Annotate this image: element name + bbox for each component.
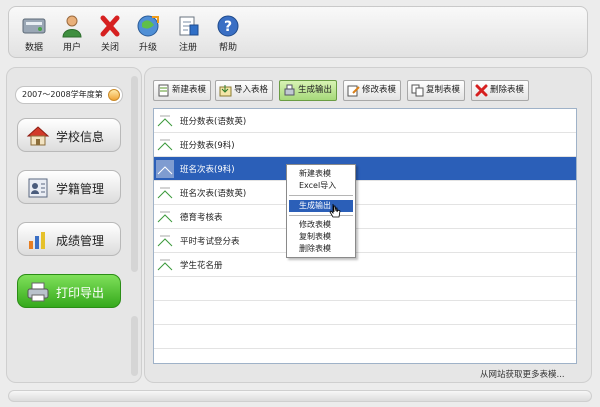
- generate-output-button[interactable]: 生成输出: [279, 80, 337, 101]
- chevron-down-icon[interactable]: [108, 89, 120, 101]
- menu-item-excel-import[interactable]: Excel导入: [289, 180, 353, 192]
- empty-row: [154, 301, 576, 325]
- register-label: 注册: [178, 43, 197, 53]
- edit-icon: [347, 85, 360, 97]
- user-button[interactable]: 用户: [55, 13, 89, 53]
- user-label: 用户: [62, 43, 81, 53]
- empty-row: [154, 277, 576, 301]
- close-button[interactable]: 关闭: [93, 13, 127, 53]
- menu-item-copy-template[interactable]: 复制表模: [289, 231, 353, 243]
- list-item[interactable]: 学生花名册: [154, 253, 576, 277]
- template-icon: [157, 259, 173, 271]
- help-icon: ?: [217, 15, 239, 37]
- context-menu: 新建表模 Excel导入 生成输出 修改表模 复制表模 删除表模: [286, 164, 356, 258]
- nav-grades-label: 成绩管理: [56, 234, 105, 248]
- list-item-label: 平时考试登分表: [180, 237, 240, 247]
- copy-template-button[interactable]: 复制表模: [407, 80, 465, 101]
- template-icon: [156, 160, 174, 178]
- template-list: 班分数表(语数英) 班分数表(9科) 班名次表(9科) 班名次表(语数英) 德育…: [153, 108, 577, 364]
- upgrade-icon: [137, 15, 159, 37]
- status-bar: [8, 390, 592, 402]
- menu-item-delete-template[interactable]: 删除表模: [289, 243, 353, 255]
- delete-template-label: 删除表模: [490, 85, 525, 95]
- delete-template-button[interactable]: 删除表模: [471, 80, 529, 101]
- list-item-selected[interactable]: 班名次表(9科): [154, 157, 576, 181]
- left-scrollbar[interactable]: [131, 76, 138, 376]
- nav-grades[interactable]: 成绩管理: [17, 222, 121, 256]
- nav-print-export-label: 打印导出: [56, 286, 105, 300]
- list-item[interactable]: 班名次表(语数英): [154, 181, 576, 205]
- nav-student-records-label: 学籍管理: [56, 182, 105, 196]
- edit-template-button[interactable]: 修改表模: [343, 80, 401, 101]
- svg-text:?: ?: [224, 19, 232, 35]
- copy-template-label: 复制表模: [426, 85, 461, 95]
- menu-separator: [289, 195, 353, 196]
- register-icon: [179, 16, 199, 36]
- school-year-select[interactable]: 2007～2008学年度第: [15, 86, 123, 104]
- menu-item-edit-template[interactable]: 修改表模: [289, 219, 353, 231]
- top-toolbar: 数据 用户 关闭 升级 注册 ? 帮助: [8, 6, 588, 58]
- new-template-label: 新建表模: [172, 85, 207, 95]
- register-button[interactable]: 注册: [171, 13, 205, 53]
- data-button[interactable]: 数据: [17, 13, 51, 53]
- import-table-button[interactable]: 导入表格: [215, 80, 273, 101]
- template-icon: [157, 187, 173, 199]
- close-label: 关闭: [100, 43, 119, 53]
- nav-school-info-label: 学校信息: [56, 130, 105, 144]
- left-scrollbar-track-bottom: [131, 316, 138, 376]
- more-templates-link[interactable]: 从网站获取更多表模...: [480, 368, 565, 380]
- copy-icon: [411, 84, 424, 97]
- left-panel: 2007～2008学年度第 学校信息 学籍管理 成绩管理 打印导出: [6, 67, 142, 383]
- import-table-label: 导入表格: [234, 85, 269, 95]
- student-record-icon: [28, 178, 48, 198]
- list-item-label: 学生花名册: [180, 261, 223, 271]
- empty-row: [154, 325, 576, 349]
- menu-item-generate-output[interactable]: 生成输出: [289, 200, 353, 212]
- main-panel: 新建表模 导入表格 生成输出 修改表模 复制表模 删除表模 班分数表(语数英) …: [144, 67, 592, 383]
- menu-item-new-template[interactable]: 新建表模: [289, 168, 353, 180]
- nav-print-export[interactable]: 打印导出: [17, 274, 121, 308]
- database-icon: [22, 18, 46, 34]
- template-icon: [157, 211, 173, 223]
- school-icon: [26, 126, 50, 146]
- import-icon: [219, 85, 232, 97]
- list-item-label: 班名次表(语数英): [180, 189, 247, 199]
- list-item[interactable]: 班分数表(语数英): [154, 109, 576, 133]
- left-scrollbar-track-top: [131, 76, 138, 272]
- template-icon: [157, 139, 173, 151]
- mouse-cursor-icon: [329, 203, 341, 218]
- list-item[interactable]: 平时考试登分表: [154, 229, 576, 253]
- help-button[interactable]: ? 帮助: [211, 13, 245, 53]
- edit-template-label: 修改表模: [362, 85, 397, 95]
- school-year-value: 2007～2008学年度第: [22, 90, 103, 99]
- menu-separator: [289, 215, 353, 216]
- close-icon: [100, 15, 120, 37]
- delete-icon: [475, 84, 488, 97]
- nav-school-info[interactable]: 学校信息: [17, 118, 121, 152]
- template-icon: [157, 235, 173, 247]
- nav-student-records[interactable]: 学籍管理: [17, 170, 121, 204]
- new-template-icon: [158, 84, 169, 97]
- generate-icon: [284, 84, 295, 96]
- list-item[interactable]: 德育考核表: [154, 205, 576, 229]
- list-item-label: 班名次表(9科): [180, 165, 235, 175]
- user-icon: [62, 15, 82, 38]
- data-label: 数据: [24, 43, 43, 53]
- template-icon: [157, 115, 173, 127]
- template-toolbar: 新建表模 导入表格 生成输出 修改表模 复制表模 删除表模: [153, 80, 583, 102]
- upgrade-button[interactable]: 升级: [131, 13, 165, 53]
- printer-icon: [27, 282, 49, 302]
- list-item-label: 班分数表(语数英): [180, 117, 247, 127]
- new-template-button[interactable]: 新建表模: [153, 80, 211, 101]
- list-item-label: 班分数表(9科): [180, 141, 235, 151]
- grades-icon: [29, 232, 45, 249]
- upgrade-label: 升级: [138, 43, 157, 53]
- list-item-label: 德育考核表: [180, 213, 223, 223]
- help-label: 帮助: [218, 43, 237, 53]
- generate-output-label: 生成输出: [298, 85, 333, 95]
- list-item[interactable]: 班分数表(9科): [154, 133, 576, 157]
